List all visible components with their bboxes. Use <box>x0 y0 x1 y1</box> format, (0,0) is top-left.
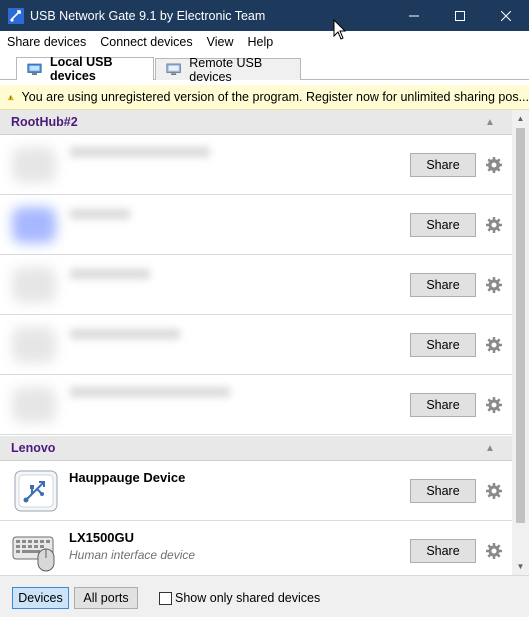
gear-icon[interactable] <box>485 542 503 560</box>
tab-local-usb-devices[interactable]: Local USB devices <box>16 55 154 83</box>
collapse-icon[interactable]: ▲ <box>480 117 500 128</box>
all-ports-view-button[interactable]: All ports <box>74 587 138 609</box>
share-button[interactable]: Share <box>410 333 476 357</box>
menu-connect-devices[interactable]: Connect devices <box>93 35 199 49</box>
gear-icon[interactable] <box>485 482 503 500</box>
share-button[interactable]: Share <box>410 539 476 563</box>
blurred-device-icon <box>12 207 56 243</box>
blurred-device-name <box>70 269 150 279</box>
maximize-icon <box>455 10 465 21</box>
share-button[interactable]: Share <box>410 213 476 237</box>
maximize-button[interactable] <box>437 0 483 31</box>
blurred-device-name <box>70 387 230 397</box>
scroll-down-icon[interactable]: ▼ <box>512 558 529 575</box>
blurred-device-name <box>70 147 210 157</box>
tab-label: Remote USB devices <box>189 55 263 84</box>
tab-strip: Local USB devices Remote USB devices <box>0 52 529 84</box>
menu-share-devices[interactable]: Share devices <box>0 35 93 49</box>
device-row: Share <box>0 195 512 255</box>
blurred-device-icon <box>12 327 56 363</box>
share-button[interactable]: Share <box>410 153 476 177</box>
device-row: LX1500GU Human interface device Share <box>0 521 512 575</box>
unregistered-banner[interactable]: You are using unregistered version of th… <box>0 85 529 110</box>
blurred-device-name <box>70 209 130 219</box>
blurred-device-icon <box>12 147 56 183</box>
close-icon <box>501 10 511 21</box>
tab-remote-usb-devices[interactable]: Remote USB devices <box>155 56 301 84</box>
tab-label: Local USB devices <box>49 55 113 83</box>
close-button[interactable] <box>483 0 529 31</box>
devices-view-button[interactable]: Devices <box>12 587 69 609</box>
gear-icon[interactable] <box>485 156 503 174</box>
device-row: Share <box>0 255 512 315</box>
device-description: Human interface device <box>69 548 196 562</box>
device-row: Share <box>0 315 512 375</box>
keyboard-mouse-icon <box>12 536 55 572</box>
collapse-icon[interactable]: ▲ <box>480 443 500 454</box>
warning-icon <box>8 94 14 100</box>
gear-icon[interactable] <box>485 396 503 414</box>
share-button[interactable]: Share <box>410 273 476 297</box>
gear-icon[interactable] <box>485 276 503 294</box>
device-row: Hauppauge Device Share <box>0 461 512 521</box>
menu-bar: Share devices Connect devices View Help <box>0 31 529 52</box>
share-button[interactable]: Share <box>410 479 476 503</box>
blurred-device-icon <box>12 387 56 423</box>
device-name: LX1500GU <box>69 530 135 545</box>
scroll-up-icon[interactable]: ▲ <box>512 110 529 127</box>
banner-text: You are using unregistered version of th… <box>21 90 529 104</box>
show-shared-checkbox[interactable] <box>159 592 172 605</box>
minimize-icon <box>409 15 419 16</box>
share-button[interactable]: Share <box>410 393 476 417</box>
bottom-bar: Devices All ports Show only shared devic… <box>0 575 529 617</box>
menu-help[interactable]: Help <box>241 35 281 49</box>
group-name: Lenovo <box>11 441 56 455</box>
group-header-lenovo[interactable]: Lenovo ▲ <box>0 436 512 461</box>
group-name: RootHub#2 <box>11 115 78 129</box>
menu-view[interactable]: View <box>200 35 241 49</box>
blurred-device-name <box>70 329 180 339</box>
vertical-scrollbar[interactable]: ▲ ▼ <box>512 110 529 575</box>
show-shared-label[interactable]: Show only shared devices <box>175 591 320 605</box>
gear-icon[interactable] <box>485 336 503 354</box>
title-bar: USB Network Gate 9.1 by Electronic Team <box>0 0 529 31</box>
blurred-device-icon <box>12 267 56 303</box>
mouse-cursor-icon <box>333 19 347 40</box>
device-list: RootHub#2 ▲ Share Share Share Share Shar… <box>0 110 512 575</box>
scroll-thumb[interactable] <box>516 128 525 523</box>
device-name: Hauppauge Device <box>69 470 186 485</box>
minimize-button[interactable] <box>391 0 437 31</box>
app-icon <box>8 7 24 24</box>
usb-icon <box>14 470 58 512</box>
device-row: Share <box>0 375 512 435</box>
gear-icon[interactable] <box>485 216 503 234</box>
computer-icon <box>27 63 42 75</box>
monitor-icon <box>166 63 181 76</box>
group-header-roothub[interactable]: RootHub#2 ▲ <box>0 110 512 135</box>
device-row: Share <box>0 135 512 195</box>
